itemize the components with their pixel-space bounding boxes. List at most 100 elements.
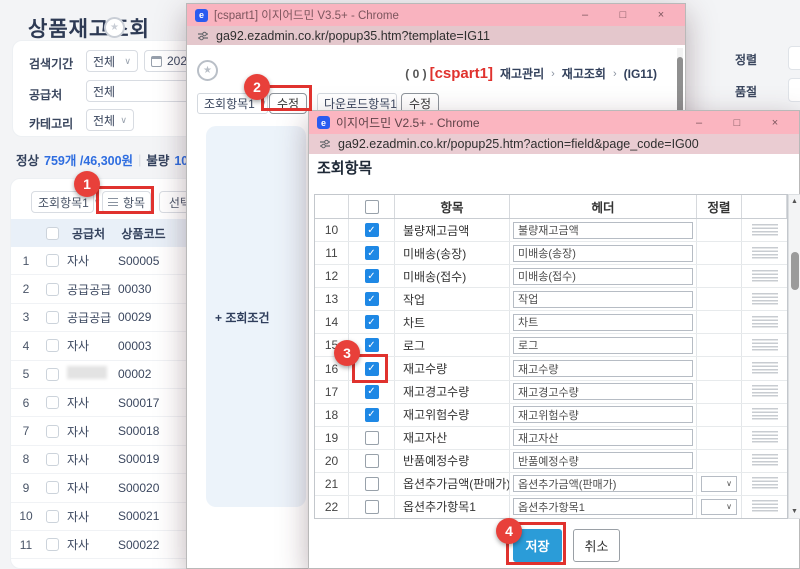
header-input[interactable]: 반품예정수량 (513, 452, 693, 469)
drag-handle-icon[interactable] (752, 224, 778, 237)
drag-handle-icon[interactable] (752, 477, 778, 490)
field-checkbox[interactable] (365, 477, 379, 491)
header-input[interactable]: 로그 (513, 337, 693, 354)
add-query-condition-button[interactable]: + 조회조건 (215, 309, 270, 326)
popup25-url[interactable]: ga92.ezadmin.co.kr/popup25.htm?action=fi… (338, 137, 699, 151)
dialog-heading: 조회항목 (317, 157, 372, 178)
sort-select[interactable]: ∨ (701, 499, 737, 515)
scroll-up-icon[interactable]: ▲ (789, 198, 800, 205)
drag-cell (742, 496, 787, 518)
header-input[interactable]: 불량재고금액 (513, 222, 693, 239)
header-input[interactable]: 재고위험수량 (513, 406, 693, 423)
field-checkbox[interactable]: ✓ (365, 385, 379, 399)
field-checkbox[interactable]: ✓ (365, 269, 379, 283)
select-all-checkbox[interactable] (365, 200, 379, 214)
drag-handle-icon[interactable] (752, 293, 778, 306)
field-checkbox[interactable]: ✓ (365, 246, 379, 260)
popup25-scrollbar[interactable]: ▲ ▼ (788, 194, 800, 519)
field-checkbox[interactable] (365, 500, 379, 514)
row-checkbox[interactable] (46, 510, 59, 523)
select-all-checkbox[interactable] (46, 227, 59, 240)
favorite-star-icon[interactable]: ★ (104, 17, 125, 38)
drag-handle-icon[interactable] (752, 500, 778, 513)
row-number: 14 (315, 311, 349, 333)
category-select[interactable]: 전체 ∨ (86, 109, 134, 131)
field-row: 18✓재고위험수량재고위험수량 (315, 404, 787, 427)
site-settings-icon[interactable] (197, 30, 209, 42)
row-checkbox[interactable] (46, 538, 59, 551)
header-cell: 작업 (510, 288, 697, 310)
period-select[interactable]: 전체 ∨ (86, 50, 138, 72)
field-checkbox[interactable]: ✓ (365, 292, 379, 306)
row-checkbox[interactable] (46, 396, 59, 409)
header-input[interactable]: 옵션추가금액(판매가) (513, 475, 693, 492)
sort-cell (697, 381, 742, 403)
header-input[interactable]: 미배송(접수) (513, 268, 693, 285)
field-checkbox[interactable]: ✓ (365, 223, 379, 237)
supplier-cell: 자사 (63, 394, 114, 411)
scroll-down-icon[interactable]: ▼ (789, 508, 800, 515)
site-settings-icon[interactable] (319, 138, 331, 150)
row-checkbox[interactable] (46, 339, 59, 352)
row-checkbox[interactable] (46, 254, 59, 267)
header-input[interactable]: 옵션추가항목1 (513, 498, 693, 515)
field-checkbox[interactable] (365, 431, 379, 445)
breadcrumb-item[interactable]: 재고조회 (562, 65, 606, 82)
row-checkbox[interactable] (46, 481, 59, 494)
soldout-field[interactable] (788, 78, 800, 102)
field-checkbox[interactable]: ✓ (365, 408, 379, 422)
row-checkbox[interactable] (46, 368, 59, 381)
header-input[interactable]: 미배송(송장) (513, 245, 693, 262)
field-item-label: 미배송(송장) (395, 242, 510, 264)
checkbox-cell: ✓ (349, 242, 395, 264)
sort-cell: ∨ (697, 496, 742, 518)
favorite-star-icon[interactable]: ★ (197, 60, 218, 81)
drag-handle-icon[interactable] (752, 431, 778, 444)
cancel-button[interactable]: 취소 (573, 529, 620, 562)
sort-cell (697, 427, 742, 449)
checkbox-cell (41, 283, 63, 296)
row-checkbox[interactable] (46, 311, 59, 324)
popup35-titlebar[interactable]: e [cspart1] 이지어드민 V3.5+ - Chrome – □ × (187, 4, 685, 26)
drag-handle-icon[interactable] (752, 362, 778, 375)
sort-select[interactable]: ∨ (701, 476, 737, 492)
drag-handle-icon[interactable] (752, 270, 778, 283)
period-select-value: 전체 (93, 53, 115, 70)
drag-handle-icon[interactable] (752, 408, 778, 421)
row-checkbox[interactable] (46, 283, 59, 296)
field-row: 11✓미배송(송장)미배송(송장) (315, 242, 787, 265)
row-checkbox[interactable] (46, 453, 59, 466)
field-checkbox[interactable] (365, 454, 379, 468)
sort-cell (697, 450, 742, 472)
drag-handle-icon[interactable] (752, 316, 778, 329)
popup35-url[interactable]: ga92.ezadmin.co.kr/popup35.htm?template=… (216, 29, 490, 43)
close-button[interactable]: × (645, 9, 677, 21)
drag-handle-icon[interactable] (752, 385, 778, 398)
checkbox-cell: ✓ (349, 404, 395, 426)
close-button[interactable]: × (759, 117, 791, 129)
header-input[interactable]: 작업 (513, 291, 693, 308)
header-input[interactable]: 재고경고수량 (513, 383, 693, 400)
drag-handle-icon[interactable] (752, 339, 778, 352)
header-input[interactable]: 차트 (513, 314, 693, 331)
breadcrumb-item[interactable]: 재고관리 (500, 65, 544, 82)
maximize-button[interactable]: □ (607, 9, 639, 21)
checkbox-cell (41, 254, 63, 267)
header-input[interactable]: 재고자산 (513, 429, 693, 446)
header-input[interactable]: 재고수량 (513, 360, 693, 377)
minimize-button[interactable]: – (569, 9, 601, 21)
maximize-button[interactable]: □ (721, 117, 753, 129)
field-item-label: 불량재고금액 (395, 219, 510, 241)
popup25-titlebar[interactable]: e 이지어드민 V2.5+ - Chrome – □ × (309, 111, 799, 134)
field-checkbox[interactable]: ✓ (365, 338, 379, 352)
sort-field[interactable] (788, 46, 800, 70)
scrollbar-thumb[interactable] (791, 252, 799, 290)
row-number: 2 (11, 282, 41, 296)
minimize-button[interactable]: – (683, 117, 715, 129)
drag-cell (742, 381, 787, 403)
drag-handle-icon[interactable] (752, 247, 778, 260)
row-checkbox[interactable] (46, 425, 59, 438)
field-checkbox[interactable]: ✓ (365, 315, 379, 329)
drag-handle-icon[interactable] (752, 454, 778, 467)
checkbox-cell (41, 538, 63, 551)
